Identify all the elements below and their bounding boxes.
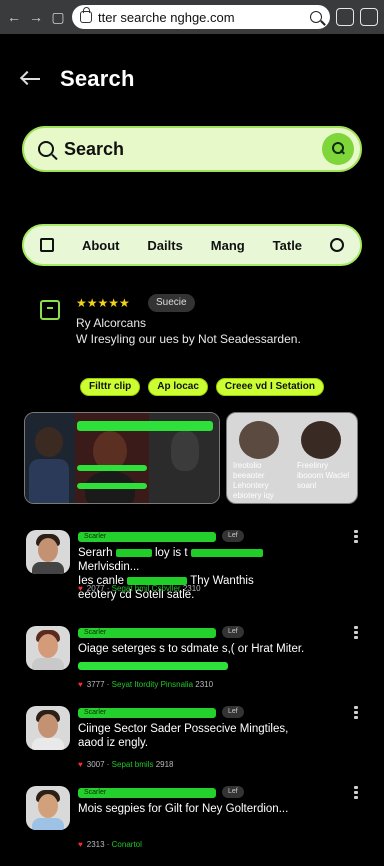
featured-title: Ry Alcorcans <box>76 316 147 330</box>
page-header: Search <box>20 62 364 96</box>
chat-icon[interactable] <box>329 238 344 252</box>
item-meta: ♥ 3777 · Seyat Itordity Pinsnalia 2310 <box>78 680 214 689</box>
item-title: Serarh loy is t Merlvisdin... Ies canle … <box>78 546 320 602</box>
chip-ap-locac[interactable]: Ap locac <box>148 378 208 396</box>
person-face <box>301 421 341 459</box>
list-item[interactable]: Scarler Lef Mois segpies for Gilt for Ne… <box>0 778 384 866</box>
translate-icon[interactable] <box>336 8 354 26</box>
chip-creee-setation[interactable]: Creee vd I Setation <box>215 378 324 396</box>
item-badge: Lef <box>222 786 244 798</box>
item-tag: Scarler <box>78 788 216 798</box>
back-arrow-icon[interactable]: ← <box>6 9 22 25</box>
item-badge: Lef <box>222 706 244 718</box>
more-options-icon[interactable] <box>354 530 358 544</box>
card-caption: Ireotolio beeaoter Lehontery ebiotery iq… <box>233 461 274 500</box>
avatar <box>26 786 70 830</box>
person-body <box>29 459 69 503</box>
image-cards: Ireotolio beeaoter Lehontery ebiotery iq… <box>24 410 360 506</box>
source-badge: Suecie <box>148 294 195 312</box>
lock-icon <box>80 7 92 23</box>
search-input[interactable]: Search <box>22 126 362 172</box>
avatar <box>26 530 70 574</box>
more-options-icon[interactable] <box>354 626 358 640</box>
home-icon[interactable] <box>40 238 54 252</box>
item-tag: Scarler <box>78 532 216 542</box>
category-tatle[interactable]: Tatle <box>273 238 302 253</box>
green-strip <box>77 421 213 431</box>
search-icon <box>38 141 54 157</box>
list-item[interactable]: Scarler Lef Serarh loy is t Merlvisdin..… <box>0 522 384 610</box>
image-card-right[interactable]: Ireotolio beeaoter Lehontery ebiotery iq… <box>226 412 358 504</box>
list-item[interactable]: Scarler Lef Ciinge Sector Sader Posseciv… <box>0 698 384 786</box>
tabs-icon[interactable] <box>360 8 378 26</box>
category-bar: About Dailts Mang Tatle <box>22 224 362 266</box>
filter-chips: Filttr clip Ap locac Creee vd I Setation <box>80 378 324 396</box>
category-dailts[interactable]: Dailts <box>147 238 182 253</box>
browser-toolbar: ← → ▢ tter searche nghge.com <box>0 0 384 34</box>
image-card-left[interactable] <box>24 412 220 504</box>
search-submit-button[interactable] <box>322 133 354 165</box>
search-label: Search <box>64 138 125 159</box>
search-icon[interactable] <box>310 11 322 23</box>
item-badge: Lef <box>222 530 244 542</box>
green-strip <box>78 662 228 670</box>
tab-icon[interactable]: ▢ <box>50 9 66 25</box>
featured-icon <box>40 300 60 320</box>
item-title: Mois segpies for Gilt for Ney Golterdion… <box>78 803 289 815</box>
list-item[interactable]: Scarler Lef Oiage seterges s to sdmate s… <box>0 618 384 706</box>
back-icon[interactable] <box>20 70 42 88</box>
page-title: Search <box>60 66 135 91</box>
avatar <box>26 626 70 670</box>
green-strip <box>77 465 147 471</box>
more-options-icon[interactable] <box>354 706 358 720</box>
person-face <box>171 431 199 471</box>
more-options-icon[interactable] <box>354 786 358 800</box>
featured-subtitle: W Iresyling our ues by Not Seadessarden. <box>76 332 301 346</box>
chip-filttr-clip[interactable]: Filttr clip <box>80 378 141 396</box>
item-tag: Scarler <box>78 708 216 718</box>
green-strip <box>77 483 147 489</box>
item-meta: ♥ 3007 · Sepat bmils 2918 <box>78 760 174 769</box>
item-tag: Scarler <box>78 628 216 638</box>
url-text: tter searche nghge.com <box>98 9 235 25</box>
category-about[interactable]: About <box>82 238 120 253</box>
featured-item[interactable]: ★★★★★ Suecie Ry Alcorcans W Iresyling ou… <box>26 292 362 348</box>
forward-arrow-icon[interactable]: → <box>28 9 44 25</box>
avatar <box>26 706 70 750</box>
address-bar[interactable]: tter searche nghge.com <box>72 5 330 29</box>
person-face <box>35 427 63 457</box>
item-meta: ♥ 2313 · Conartol <box>78 840 142 849</box>
item-title: Oiage seterges s to sdmate s,( or Hrat M… <box>78 643 305 655</box>
image-panel <box>25 413 75 503</box>
item-title: Ciinge Sector Sader Possecive Mingtiles,… <box>78 723 289 749</box>
item-meta: ♥ 2077 · Segat bmil Csbvller 2310 <box>78 584 201 593</box>
rating-stars: ★★★★★ <box>76 296 130 310</box>
category-mang[interactable]: Mang <box>211 238 245 253</box>
person-face <box>239 421 279 459</box>
item-badge: Lef <box>222 626 244 638</box>
card-caption: Freelinry ibooom Waclel soanl <box>297 461 350 490</box>
